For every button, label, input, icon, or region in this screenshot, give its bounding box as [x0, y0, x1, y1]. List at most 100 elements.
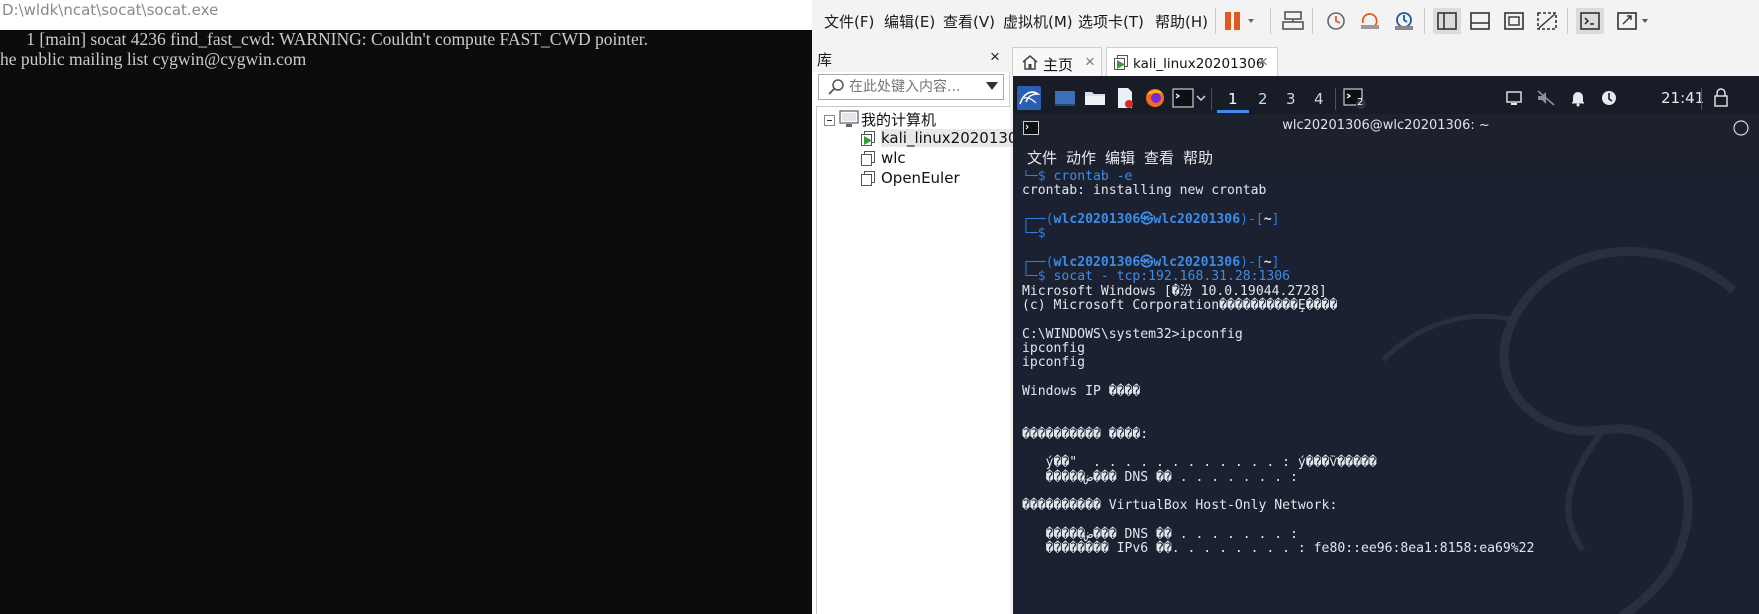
volume-muted-icon[interactable]: [1534, 86, 1558, 110]
library-panel: 库 × 我的计算机 kali_linux20201306: [812, 42, 1010, 614]
library-close-button[interactable]: ×: [990, 47, 1000, 67]
terminal-line: �����ض��� DNS ��׺ . . . . . . . :: [1022, 528, 1298, 542]
vm-display[interactable]: 1 2 3 4 2 21:41 wlc20201306@wlc20201306:…: [1013, 76, 1759, 614]
chevron-down-icon[interactable]: [1193, 86, 1209, 110]
menu-edit[interactable]: 编辑(E): [884, 11, 935, 32]
terminal-command: socat - tcp:192.168.31.28:1306: [1054, 269, 1291, 284]
tab-kali-label: kali_linux20201306: [1133, 56, 1264, 72]
terminal-app-icon[interactable]: [1171, 86, 1195, 110]
library-title: 库: [817, 49, 832, 70]
console-view-icon[interactable]: [1576, 8, 1604, 34]
minimize-icon[interactable]: [1733, 120, 1749, 136]
menu-bar: 文件(F) 编辑(E) 查看(V) 虚拟机(M) 选项卡(T) 帮助(H): [812, 0, 1759, 42]
search-icon: [827, 78, 845, 96]
terminal-command: crontab -e: [1054, 170, 1133, 184]
send-keys-icon[interactable]: [1279, 8, 1307, 34]
terminal-line: └─$: [1022, 227, 1046, 241]
text-editor-icon[interactable]: [1113, 86, 1137, 110]
workspace-3[interactable]: 3: [1286, 90, 1296, 108]
console-title: D:\wldk\ncat\socat\socat.exe: [2, 1, 218, 19]
terminal-line: ipconfig: [1022, 356, 1085, 370]
library-search-input[interactable]: [849, 78, 977, 96]
tree-root-my-computer[interactable]: 我的计算机: [861, 109, 936, 130]
firefox-icon[interactable]: [1143, 86, 1167, 110]
vm-running-icon: [1114, 55, 1128, 70]
power-icon[interactable]: [1597, 86, 1621, 110]
bell-icon[interactable]: [1566, 86, 1590, 110]
menu-vm[interactable]: 虚拟机(M): [1003, 11, 1073, 32]
tree-vm-openeuler[interactable]: OpenEuler: [881, 169, 960, 187]
revert-snapshot-icon[interactable]: [1356, 8, 1384, 34]
workspace-4[interactable]: 4: [1314, 90, 1324, 108]
terminal-line: (c) Microsoft Corporation����������Ȩ����: [1022, 299, 1337, 313]
terminal-window: wlc20201306@wlc20201306: ~ 文件 动作 编辑 查看 帮…: [1013, 114, 1759, 614]
display-icon[interactable]: [1502, 86, 1526, 110]
snapshot-icon[interactable]: [1322, 8, 1350, 34]
terminal-body[interactable]: └─$ crontab -e crontab: installing new c…: [1013, 170, 1759, 614]
show-library-icon[interactable]: [1433, 8, 1461, 34]
tab-kali-close-button[interactable]: ×: [1258, 52, 1268, 72]
taskbar-terminal-icon[interactable]: 2: [1343, 86, 1367, 110]
terminal-menu-action[interactable]: 动作: [1066, 147, 1096, 168]
vmware-window: 文件(F) 编辑(E) 查看(V) 虚拟机(M) 选项卡(T) 帮助(H) 库 …: [812, 0, 1759, 614]
terminal-titlebar[interactable]: wlc20201306@wlc20201306: ~: [1013, 114, 1759, 142]
toolbar-separator: [1312, 8, 1313, 34]
chevron-down-icon[interactable]: [986, 82, 998, 90]
terminal-menu-help[interactable]: 帮助: [1183, 147, 1213, 168]
tree-vm-wlc[interactable]: wlc: [881, 149, 906, 167]
terminal-menu-edit[interactable]: 编辑: [1105, 147, 1135, 168]
kali-panel-top: [1013, 76, 1759, 83]
panel-separator: [1211, 88, 1212, 110]
panel-separator: [1335, 88, 1336, 110]
vm-icon: [861, 151, 875, 166]
console-window: D:\wldk\ncat\socat\socat.exe 1 [main] so…: [0, 0, 812, 614]
snapshot-manager-icon[interactable]: [1390, 8, 1418, 34]
toolbar-separator: [1270, 8, 1271, 34]
computer-icon: [839, 110, 859, 128]
menu-view[interactable]: 查看(V): [943, 11, 995, 32]
kali-menu-icon[interactable]: [1017, 86, 1041, 110]
terminal-menu-file[interactable]: 文件: [1027, 147, 1057, 168]
terminal-line: └─$ socat - tcp:192.168.31.28:1306: [1022, 270, 1290, 284]
terminal-line: └─$ crontab -e: [1022, 170, 1132, 184]
menu-tabs[interactable]: 选项卡(T): [1078, 11, 1144, 32]
tree-vm-kali[interactable]: kali_linux20201306: [881, 129, 1031, 147]
tab-home-label: 主页: [1043, 54, 1073, 75]
toolbar-separator: [1424, 8, 1425, 34]
terminal-line: Microsoft Windows [�汾 10.0.19044.2728]: [1022, 285, 1327, 299]
terminal-line: �����ض��� DNS ��׺ . . . . . . . :: [1022, 471, 1298, 485]
full-screen-icon[interactable]: [1500, 8, 1528, 34]
thumbnail-bar-icon[interactable]: [1466, 8, 1494, 34]
active-workspace-indicator: [1217, 110, 1249, 113]
tab-home-close-button[interactable]: ×: [1085, 52, 1095, 72]
console-titlebar[interactable]: D:\wldk\ncat\socat\socat.exe: [0, 0, 812, 30]
unity-icon[interactable]: [1533, 8, 1561, 34]
pause-icon[interactable]: [1222, 8, 1264, 34]
terminal-menubar: 文件 动作 编辑 查看 帮助: [1013, 142, 1759, 170]
tab-strip: 主页 × kali_linux20201306 ×: [1012, 42, 1759, 76]
terminal-line: ���������� ����:: [1022, 428, 1148, 442]
library-tree: 我的计算机 kali_linux20201306 wlc OpenEuler: [816, 106, 1010, 614]
terminal-line: C:\WINDOWS\system32>ipconfig: [1022, 328, 1243, 342]
lock-screen-icon[interactable]: [1709, 86, 1733, 110]
file-manager-icon[interactable]: [1083, 86, 1107, 110]
terminal-line: ý��" . . . . . . . . . . . . : ý���Ѷ����…: [1022, 456, 1377, 470]
tab-kali[interactable]: kali_linux20201306 ×: [1106, 47, 1278, 77]
vm-running-icon: [861, 131, 875, 146]
workspace-2[interactable]: 2: [1258, 90, 1268, 108]
menu-file[interactable]: 文件(F): [824, 11, 874, 32]
toolbar-separator: [1215, 8, 1216, 34]
library-header: 库 ×: [812, 42, 1010, 72]
menu-help[interactable]: 帮助(H): [1155, 11, 1208, 32]
desktop-icon[interactable]: [1053, 86, 1077, 110]
console-line: 1 [main] socat 4236 find_fast_cwd: WARNI…: [0, 29, 648, 50]
library-search-box[interactable]: [818, 74, 1004, 100]
tree-collapse-toggle[interactable]: [824, 115, 835, 126]
stretch-icon[interactable]: [1615, 8, 1655, 34]
terminal-menu-view[interactable]: 查看: [1144, 147, 1174, 168]
clock[interactable]: 21:41: [1661, 89, 1704, 107]
terminal-line: crontab: installing new crontab: [1022, 184, 1266, 198]
workspace-1[interactable]: 1: [1228, 90, 1238, 108]
home-icon: [1021, 54, 1039, 71]
tab-home[interactable]: 主页 ×: [1012, 47, 1102, 77]
